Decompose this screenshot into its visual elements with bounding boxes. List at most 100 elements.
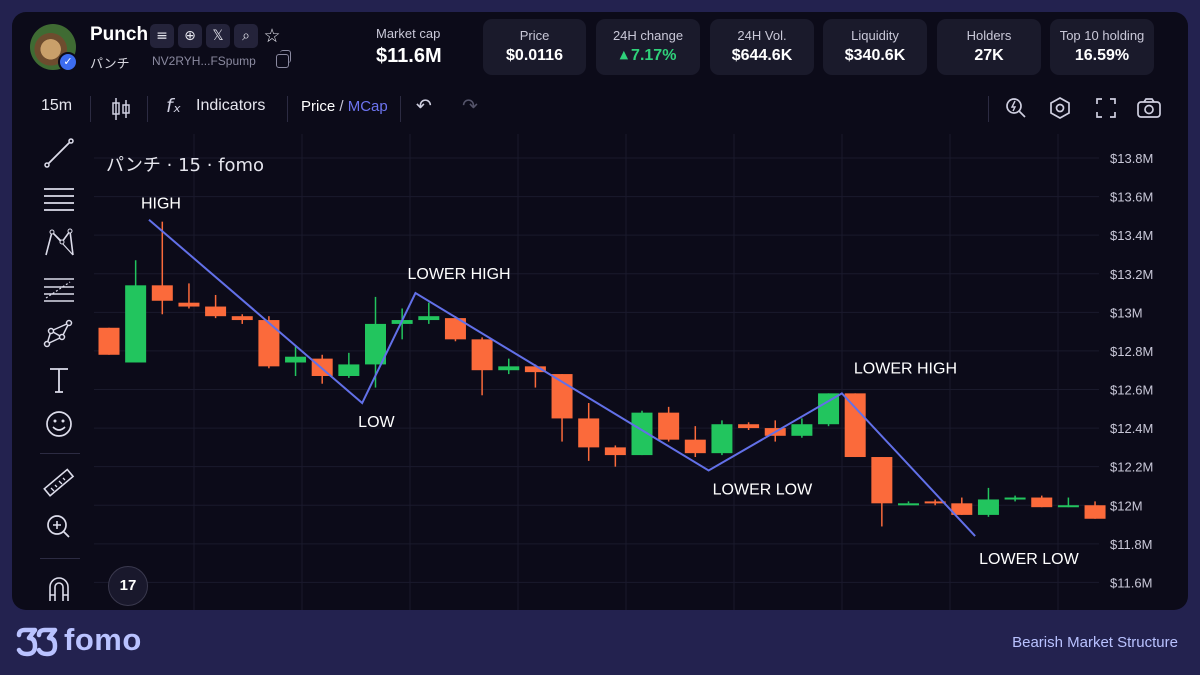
structure-label: HIGH [141,196,181,213]
up-arrow-icon: ▲ [619,48,629,61]
divider [90,96,91,122]
stat-label: Holders [966,28,1012,43]
globe-icon[interactable]: ⊕ [178,24,202,48]
candle-down [1031,497,1053,508]
structure-label: LOW [358,414,395,431]
stat-liquidity: Liquidity $340.6K [823,19,927,75]
chart-panel: ✓ Punch ≡ ⊕ 𝕏 ⌕ ☆ パンチ NV2RYH...FSpump Ma… [12,12,1188,610]
divider [40,453,80,454]
chart-legend-title: パンチ · 15 · fomo [106,155,264,176]
camera-icon[interactable] [1136,96,1162,120]
candle-down [178,302,200,307]
y-tick-label: $12.6M [1110,383,1153,398]
y-tick-label: $12.8M [1110,344,1153,359]
stat-label: 24H change [612,28,684,43]
stat-value: $0.0116 [506,47,563,64]
undo-icon[interactable]: ↶ [416,95,432,117]
y-tick-label: $13.6M [1110,190,1153,205]
settings-icon[interactable] [1048,96,1072,120]
market-cap-value: $11.6M [376,45,442,67]
candle-down [471,339,493,371]
y-tick-label: $13.8M [1110,151,1153,166]
y-tick-label: $12M [1110,498,1143,513]
structure-label: LOWER LOW [979,551,1079,568]
ruler-icon[interactable] [36,468,82,498]
search-icon[interactable]: ⌕ [234,24,258,48]
divider [40,558,80,559]
y-tick-label: $12.2M [1110,460,1153,475]
magnet-icon[interactable] [36,573,82,603]
stat-price: Price $0.0116 [483,19,586,75]
token-address: NV2RYH...FSpump [152,54,256,68]
alert-search-icon[interactable] [1004,96,1028,120]
nodes-icon[interactable] [36,319,82,349]
y-tick-label: $11.8M [1110,537,1152,552]
candle-up [418,316,440,321]
stat-label: 24H Vol. [737,28,787,43]
chart-toolbar: 15m fₓ Indicators Price / MCap ↶ ↷ [12,88,1188,130]
y-tick-label: $13.2M [1110,267,1153,282]
stat-24h-volume: 24H Vol. $644.6K [710,19,814,75]
token-header: ✓ Punch ≡ ⊕ 𝕏 ⌕ ☆ パンチ NV2RYH...FSpump Ma… [12,12,1188,88]
candle-up [898,503,919,506]
candle-up [498,366,520,371]
stat-value: $340.6K [844,47,906,64]
stat-label: Price [519,28,550,43]
candle-down [258,320,280,367]
candlestick-type-icon[interactable] [110,96,132,122]
candle-down [604,447,626,456]
zoom-in-icon[interactable] [36,512,82,542]
emoji-icon[interactable] [36,409,82,439]
price-mcap-toggle[interactable]: Price / MCap [301,98,388,115]
interval-button[interactable]: 15m [41,97,72,115]
mcap-option[interactable]: MCap [348,98,388,115]
app-frame: ✓ Punch ≡ ⊕ 𝕏 ⌕ ☆ パンチ NV2RYH...FSpump Ma… [0,0,1200,675]
redo-icon[interactable]: ↷ [462,95,478,117]
text-tool-icon[interactable] [36,365,82,395]
chart-caption: Bearish Market Structure [1012,634,1178,651]
fullscreen-icon[interactable] [1094,96,1118,120]
candle-up [338,364,360,376]
stat-24h-change: 24H change ▲ 7.17% [596,19,700,75]
y-tick-label: $11.6M [1110,575,1152,590]
y-tick-label: $12.4M [1110,421,1153,436]
market-cap-label: Market cap [376,26,441,41]
pattern-icon[interactable] [36,228,82,258]
copy-icon[interactable] [276,50,291,68]
trendline-icon[interactable] [36,138,82,168]
fomo-logo-text: fomo [64,622,142,657]
candle-up [977,499,999,515]
tradingview-logo[interactable]: 17 [108,566,148,606]
candle-up [125,285,147,363]
candle-down [684,439,706,454]
structure-label: LOWER HIGH [854,360,957,377]
fx-icon[interactable]: fₓ [166,95,181,117]
candle-down [205,306,227,317]
candle-down [871,457,893,504]
stat-label: Liquidity [851,28,899,43]
structure-label: LOWER LOW [713,482,813,499]
candle-up [1057,505,1079,508]
y-tick-label: $13M [1110,305,1143,320]
candle-down [578,418,600,448]
divider [147,96,148,122]
candle-down [151,285,173,301]
candle-up [818,393,840,425]
star-icon[interactable]: ☆ [260,24,284,48]
price-option[interactable]: Price [301,98,335,115]
candlestick-chart[interactable]: $13.8M $13.6M $13.4M $13.2M $13M $12.8M $12.6M… [94,134,1188,610]
x-icon[interactable]: 𝕏 [206,24,230,48]
stat-holders: Holders 27K [937,19,1041,75]
stat-value: $644.6K [731,47,793,64]
candle-down [738,424,760,429]
candle-down [231,316,253,321]
token-name: Punch [90,24,149,45]
stat-value: ▲ 7.17% [619,47,677,64]
fib-retracement-icon[interactable] [36,274,82,304]
divider [287,96,288,122]
fomo-logo-icon [16,627,58,657]
list-icon[interactable]: ≡ [150,24,174,48]
horizontal-lines-icon[interactable] [36,185,82,215]
candle-up [711,424,733,454]
indicators-button[interactable]: Indicators [196,97,265,115]
